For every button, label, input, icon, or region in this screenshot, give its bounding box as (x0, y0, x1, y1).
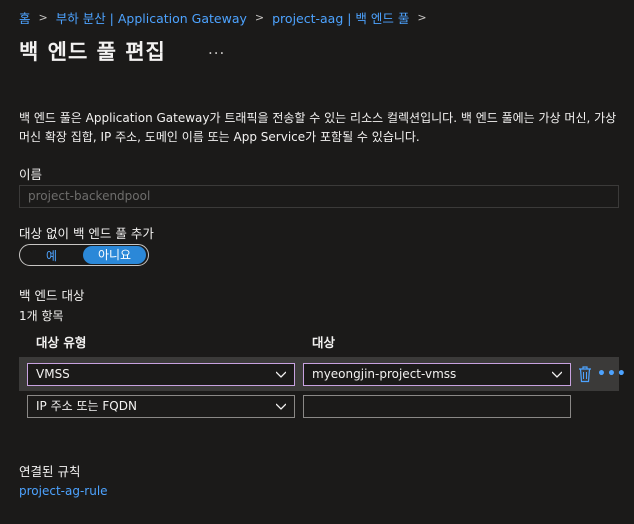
chevron-down-icon (276, 371, 286, 378)
page-description: 백 엔드 풀은 Application Gateway가 트래픽을 전송할 수 … (19, 111, 617, 144)
backend-targets-heading: 백 엔드 대상 (19, 288, 85, 303)
no-target-label: 대상 없이 백 엔드 풀 추가 (19, 226, 154, 241)
no-target-toggle: 예 아니요 (19, 244, 149, 266)
row-more-options-icon[interactable]: ••• (597, 366, 627, 382)
page-title: 백 엔드 풀 편집 (19, 40, 166, 64)
target-type-dropdown[interactable]: IP 주소 또는 FQDN (27, 395, 295, 418)
breadcrumb-separator: > (38, 11, 48, 24)
column-header-target-type: 대상 유형 (36, 335, 87, 350)
breadcrumb-home[interactable]: 홈 (19, 8, 31, 27)
item-count: 1개 항목 (19, 309, 64, 323)
target-dropdown[interactable]: myeongjin-project-vmss (303, 363, 571, 386)
target-input[interactable] (303, 395, 571, 418)
target-value: myeongjin-project-vmss (312, 367, 457, 381)
chevron-down-icon (276, 403, 286, 410)
breadcrumb: 홈 > 부하 분산 | Application Gateway > projec… (19, 8, 435, 27)
breadcrumb-separator: > (417, 11, 427, 24)
breadcrumb-load-balancing[interactable]: 부하 분산 | Application Gateway (56, 8, 247, 27)
breadcrumb-separator: > (254, 11, 265, 24)
delete-trash-icon[interactable] (577, 365, 593, 383)
target-type-value: VMSS (36, 367, 70, 381)
target-type-dropdown[interactable]: VMSS (27, 363, 295, 386)
associated-rules-label: 연결된 규칙 (19, 464, 81, 479)
name-input[interactable]: project-backendpool (19, 185, 619, 208)
target-type-value: IP 주소 또는 FQDN (36, 399, 137, 413)
chevron-down-icon (552, 371, 562, 378)
more-actions-button[interactable]: ... (208, 40, 225, 58)
breadcrumb-backend-pools[interactable]: project-aag | 백 엔드 풀 (272, 8, 409, 27)
toggle-option-no[interactable]: 아니요 (83, 246, 146, 264)
associated-rule-link[interactable]: project-ag-rule (19, 484, 108, 498)
name-label: 이름 (19, 167, 43, 182)
column-header-target: 대상 (312, 335, 336, 350)
toggle-option-yes[interactable]: 예 (20, 247, 83, 264)
